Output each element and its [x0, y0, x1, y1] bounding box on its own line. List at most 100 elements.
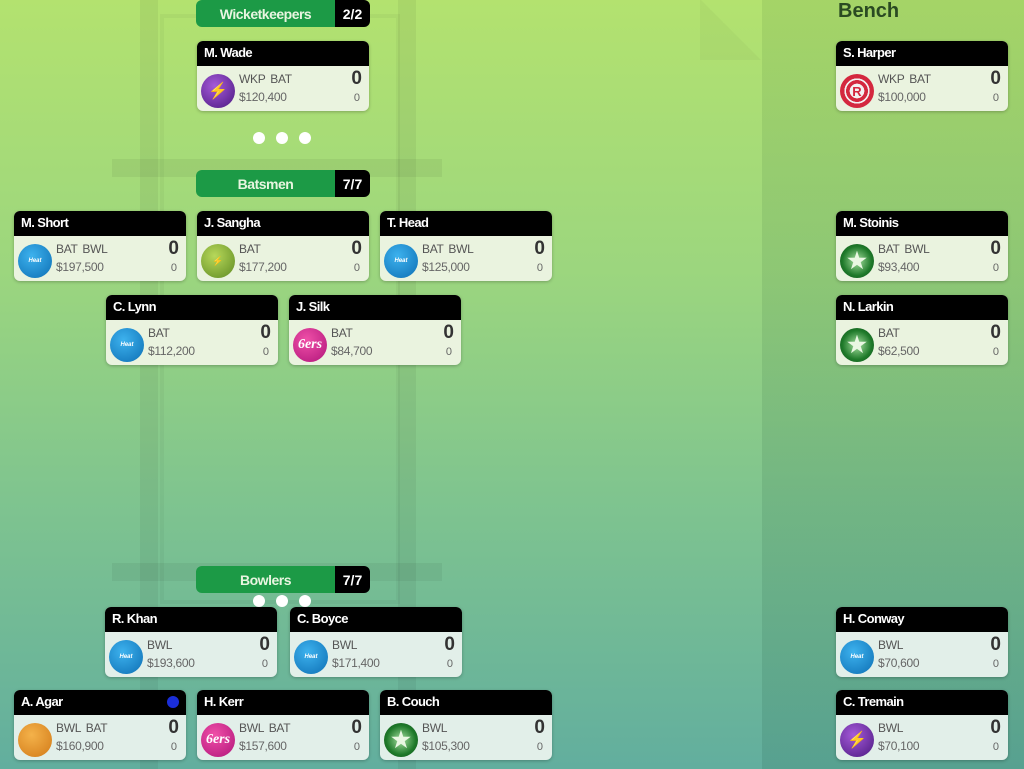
player-card[interactable]: J. Silk 6ers BAT $84,700 0 0	[289, 295, 461, 365]
section-bowlers[interactable]: Bowlers 7/7	[196, 566, 370, 593]
player-price: $197,500	[56, 260, 104, 274]
player-card-body: R WKP BAT $100,000 0 0	[836, 66, 1008, 111]
player-name: J. Silk	[289, 295, 461, 320]
player-price: $62,500	[878, 344, 920, 358]
player-card-body: Heat BAT $112,200 0 0	[106, 320, 278, 365]
dot	[299, 132, 311, 144]
player-points: 0	[168, 717, 179, 738]
player-name: B. Couch	[380, 690, 552, 715]
strikers-logo-icon: ⚡	[201, 74, 235, 108]
stars-logo-icon: ★	[840, 328, 874, 362]
heat-logo-icon: Heat	[18, 244, 52, 278]
player-card-body: ⚡ WKP BAT $120,400 0 0	[197, 66, 369, 111]
player-points: 0	[351, 238, 362, 259]
player-card[interactable]: M. Short Heat BAT BWL $197,500 0 0	[14, 211, 186, 281]
player-sub-points: 0	[353, 262, 360, 274]
player-card[interactable]: N. Larkin ★ BAT $62,500 0 0	[836, 295, 1008, 365]
player-price: $100,000	[878, 90, 926, 104]
player-positions: BAT BWL	[56, 242, 108, 256]
section-label: Bowlers	[196, 566, 335, 593]
player-points: 0	[351, 717, 362, 738]
player-price: $70,600	[878, 656, 920, 670]
heat-logo-icon: Heat	[384, 244, 418, 278]
player-price: $70,100	[878, 739, 920, 753]
player-sub-points: 0	[536, 262, 543, 274]
player-positions: WKP BAT	[239, 72, 292, 86]
dot	[299, 595, 311, 607]
player-positions: BAT	[331, 326, 353, 340]
field-corner	[700, 0, 762, 60]
section-label: Batsmen	[196, 170, 335, 197]
player-card[interactable]: T. Head Heat BAT BWL $125,000 0 0	[380, 211, 552, 281]
player-card-body: ★ BAT BWL $93,400 0 0	[836, 236, 1008, 281]
player-card[interactable]: S. Harper R WKP BAT $100,000 0 0	[836, 41, 1008, 111]
player-sub-points: 0	[536, 741, 543, 753]
player-sub-points: 0	[446, 658, 453, 670]
player-card[interactable]: J. Sangha ⚡ BAT $177,200 0 0	[197, 211, 369, 281]
stars-logo-icon: ★	[840, 244, 874, 278]
player-card[interactable]: C. Boyce Heat BWL $171,400 0 0	[290, 607, 462, 677]
player-positions: BWL BAT	[239, 721, 291, 735]
player-points: 0	[990, 717, 1001, 738]
player-price: $112,200	[148, 344, 195, 358]
player-sub-points: 0	[353, 741, 360, 753]
dot	[276, 132, 288, 144]
player-name: C. Tremain	[836, 690, 1008, 715]
player-name: S. Harper	[836, 41, 1008, 66]
player-card[interactable]: B. Couch ★ BWL $105,300 0 0	[380, 690, 552, 760]
stars-logo-icon: ★	[384, 723, 418, 757]
more-wicketkeepers-dots[interactable]	[253, 132, 311, 144]
player-positions: BWL	[878, 721, 904, 735]
player-points: 0	[990, 322, 1001, 343]
player-positions: BWL	[878, 638, 904, 652]
player-card-body: ★ BAT $62,500 0 0	[836, 320, 1008, 365]
player-points: 0	[534, 238, 545, 259]
player-positions: BAT	[878, 326, 900, 340]
section-count: 7/7	[335, 170, 370, 197]
player-name: M. Stoinis	[836, 211, 1008, 236]
player-price: $171,400	[332, 656, 380, 670]
player-positions: BAT	[148, 326, 170, 340]
player-name: R. Khan	[105, 607, 277, 632]
player-card[interactable]: C. Tremain ⚡ BWL $70,100 0 0	[836, 690, 1008, 760]
player-card[interactable]: A. Agar BWL BAT $160,900 0 0	[14, 690, 186, 760]
player-card[interactable]: H. Kerr 6ers BWL BAT $157,600 0 0	[197, 690, 369, 760]
player-card[interactable]: H. Conway Heat BWL $70,600 0 0	[836, 607, 1008, 677]
dot	[253, 595, 265, 607]
player-price: $84,700	[331, 344, 373, 358]
player-name: C. Lynn	[106, 295, 278, 320]
player-price: $93,400	[878, 260, 920, 274]
player-points: 0	[351, 68, 362, 89]
section-count: 7/7	[335, 566, 370, 593]
player-points: 0	[990, 634, 1001, 655]
dot	[253, 132, 265, 144]
player-price: $120,400	[239, 90, 287, 104]
heat-logo-icon: Heat	[294, 640, 328, 674]
player-price: $177,200	[239, 260, 287, 274]
player-points: 0	[534, 717, 545, 738]
player-points: 0	[990, 68, 1001, 89]
player-card-body: ★ BWL $105,300 0 0	[380, 715, 552, 760]
player-positions: BWL	[147, 638, 173, 652]
section-wicketkeepers[interactable]: Wicketkeepers 2/2	[196, 0, 370, 27]
player-card[interactable]: R. Khan Heat BWL $193,600 0 0	[105, 607, 277, 677]
player-name: A. Agar	[14, 690, 186, 715]
player-card[interactable]: C. Lynn Heat BAT $112,200 0 0	[106, 295, 278, 365]
player-name: M. Wade	[197, 41, 369, 66]
player-sub-points: 0	[992, 658, 999, 670]
player-card[interactable]: M. Stoinis ★ BAT BWL $93,400 0 0	[836, 211, 1008, 281]
player-positions: BAT BWL	[878, 242, 930, 256]
player-sub-points: 0	[445, 346, 452, 358]
section-batsmen[interactable]: Batsmen 7/7	[196, 170, 370, 197]
player-positions: BAT	[239, 242, 261, 256]
player-price: $125,000	[422, 260, 470, 274]
player-sub-points: 0	[170, 741, 177, 753]
renegades-logo-icon: R	[840, 74, 874, 108]
player-card-body: Heat BWL $70,600 0 0	[836, 632, 1008, 677]
player-card-body: 6ers BAT $84,700 0 0	[289, 320, 461, 365]
player-name: M. Short	[14, 211, 186, 236]
player-card[interactable]: M. Wade ⚡ WKP BAT $120,400 0 0	[197, 41, 369, 111]
player-sub-points: 0	[992, 92, 999, 104]
more-bowlers-dots[interactable]	[253, 595, 311, 607]
player-points: 0	[260, 322, 271, 343]
